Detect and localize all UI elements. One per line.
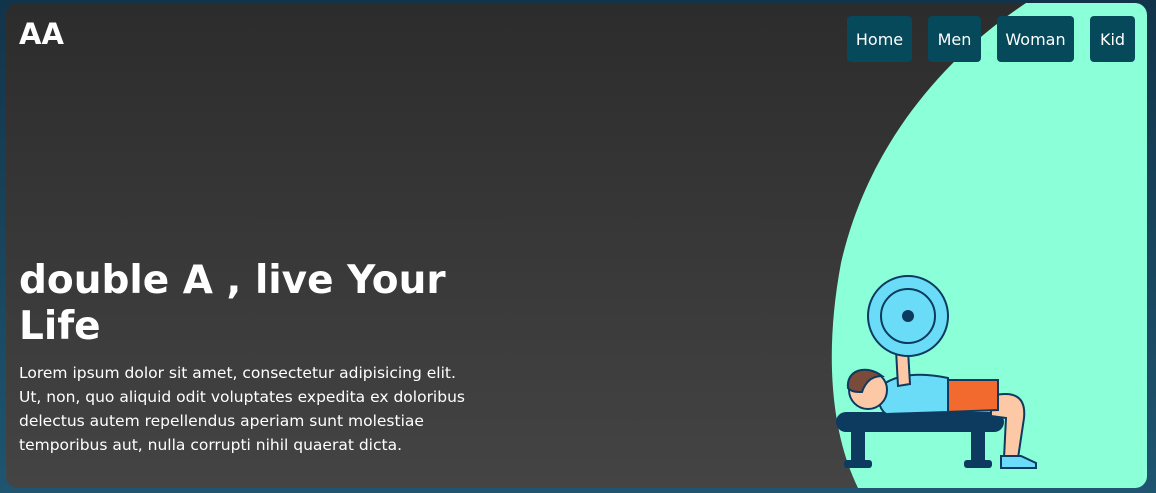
page-frame: AA Home Men Woman Kid double A , live Yo… <box>0 0 1156 493</box>
nav-kid-button[interactable]: Kid <box>1090 16 1135 62</box>
nav-home-button[interactable]: Home <box>847 16 912 62</box>
nav-men-button[interactable]: Men <box>928 16 981 62</box>
main-nav: Home Men Woman Kid <box>6 16 1147 62</box>
hero-headline: double A , live Your Life <box>19 258 446 349</box>
hero-section: AA Home Men Woman Kid double A , live Yo… <box>6 3 1147 488</box>
hero-description: Lorem ipsum dolor sit amet, consectetur … <box>19 364 465 454</box>
weightlifter-bench-press-icon <box>836 275 1037 469</box>
nav-woman-button[interactable]: Woman <box>997 16 1074 62</box>
